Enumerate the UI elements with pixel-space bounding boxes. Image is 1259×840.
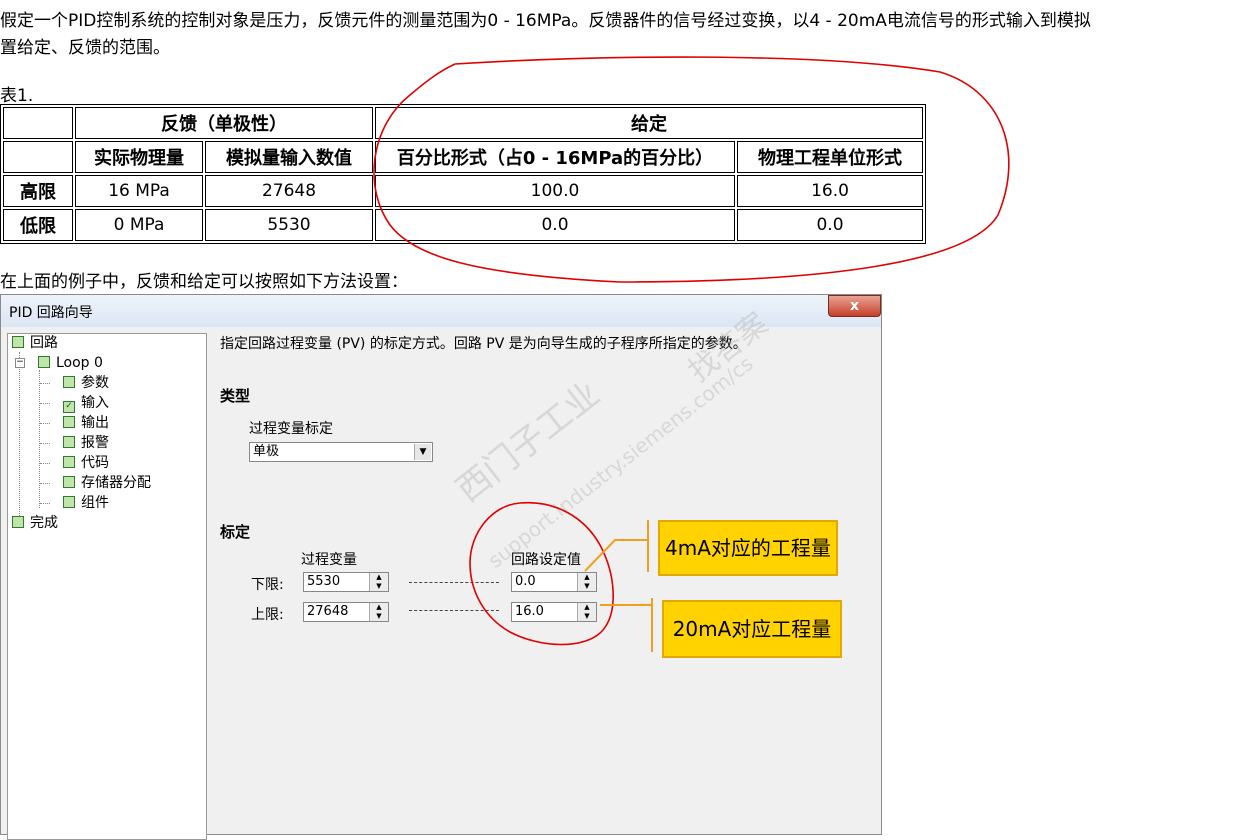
callout-20ma: 20mA对应工程量 [662,600,842,658]
status-icon [63,496,75,508]
tree-connector [40,503,50,504]
tree-item-output[interactable]: 输出 [63,414,109,432]
intro-paragraph: 假定一个PID控制系统的控制对象是压力，反馈元件的测量范围为0 - 16MPa。… [0,8,1259,62]
intro-line-1: 假定一个PID控制系统的控制对象是压力，反馈元件的测量范围为0 - 16MPa。… [0,11,1091,31]
callout-4ma: 4mA对应的工程量 [658,520,838,576]
tree-connector [40,403,50,404]
table-row: 低限 0 MPa 5530 0.0 0.0 [3,209,923,241]
empty-corner-cell [3,107,73,139]
setpoint-group-header: 给定 [375,107,923,139]
pv-scaling-label: 过程变量标定 [249,421,333,437]
tree-item-params[interactable]: 参数 [63,374,109,392]
tree-connector [40,463,50,464]
pv-scaling-value: 单极 [253,444,280,459]
cell-analog: 5530 [205,209,373,241]
status-icon [63,436,75,448]
status-icon [38,356,50,368]
high-limit-label: 上限: [251,607,284,623]
wizard-tree: − 回路 Loop 0 参数 ✓ 输入 输出 报警 代码 存储器分配 组件 完成 [7,333,207,840]
status-icon [63,456,75,468]
feedback-group-header: 反馈（单极性） [75,107,373,139]
tree-item-alarm[interactable]: 报警 [63,434,109,452]
tree-item-finish[interactable]: 完成 [12,514,58,532]
tree-connector [40,443,50,444]
tree-item-components[interactable]: 组件 [63,494,109,512]
cell-eng: 16.0 [737,175,923,207]
tree-connector [19,352,20,520]
chevron-down-icon[interactable]: ▼ [414,444,431,460]
tree-item-memory[interactable]: 存储器分配 [63,474,151,492]
col-header-analog: 模拟量输入数值 [205,141,373,173]
mapping-line [409,610,499,611]
low-limit-label: 下限: [251,577,284,593]
mapping-line [409,582,499,583]
close-button[interactable]: x [828,295,881,317]
tree-item-loop-root[interactable]: 回路 [12,334,58,352]
pv-high-input[interactable]: 27648 ▲ ▼ [303,602,389,622]
sp-high-input[interactable]: 16.0 ▲ ▼ [511,602,597,622]
below-text: 在上面的例子中，反馈和给定可以按照如下方法设置： [0,272,408,292]
cell-analog: 27648 [205,175,373,207]
col-header-phys: 实际物理量 [75,141,203,173]
table-row: 高限 16 MPa 27648 100.0 16.0 [3,175,923,207]
pv-low-input[interactable]: 5530 ▲ ▼ [303,572,389,592]
col-header-eng: 物理工程单位形式 [737,141,923,173]
tree-item-code[interactable]: 代码 [63,454,109,472]
cell-phys: 0 MPa [75,209,203,241]
tree-item-input[interactable]: ✓ 输入 [63,394,109,413]
step-description: 指定回路过程变量 (PV) 的标定方式。回路 PV 是为向导生成的子程序所指定的… [220,336,747,352]
tree-item-loop0[interactable]: Loop 0 [38,354,103,372]
cell-phys: 16 MPa [75,175,203,207]
status-icon [63,416,75,428]
row-label: 低限 [3,209,73,241]
pv-column-header: 过程变量 [301,552,357,568]
range-table: 反馈（单极性） 给定 实际物理量 模拟量输入数值 百分比形式（占0 - 16MP… [0,104,926,244]
spinner-arrows-icon[interactable]: ▲ ▼ [369,603,388,621]
window-title: PID 回路向导 [9,305,93,321]
cell-eng: 0.0 [737,209,923,241]
status-icon [63,376,75,388]
tree-connector [39,370,40,508]
empty-cell [3,141,73,173]
status-icon [63,476,75,488]
collapse-icon[interactable]: − [15,358,25,368]
type-section-title: 类型 [220,387,251,405]
table-caption: 表1. [0,86,34,106]
tree-connector [40,423,50,424]
status-icon [12,336,24,348]
status-icon [12,516,24,528]
col-header-percent: 百分比形式（占0 - 16MPa的百分比） [375,141,735,173]
sp-low-input[interactable]: 0.0 ▲ ▼ [511,572,597,592]
check-icon: ✓ [63,401,75,413]
pv-scaling-dropdown[interactable]: 单极 ▼ [249,442,433,462]
tree-connector [40,383,50,384]
cell-percent: 0.0 [375,209,735,241]
row-label: 高限 [3,175,73,207]
spinner-arrows-icon[interactable]: ▲ ▼ [369,573,388,591]
intro-line-2: 置给定、反馈的范围。 [0,38,170,58]
scale-section-title: 标定 [220,523,251,541]
spinner-arrows-icon[interactable]: ▲ ▼ [577,603,596,621]
cell-percent: 100.0 [375,175,735,207]
tree-connector [40,483,50,484]
spinner-arrows-icon[interactable]: ▲ ▼ [577,573,596,591]
